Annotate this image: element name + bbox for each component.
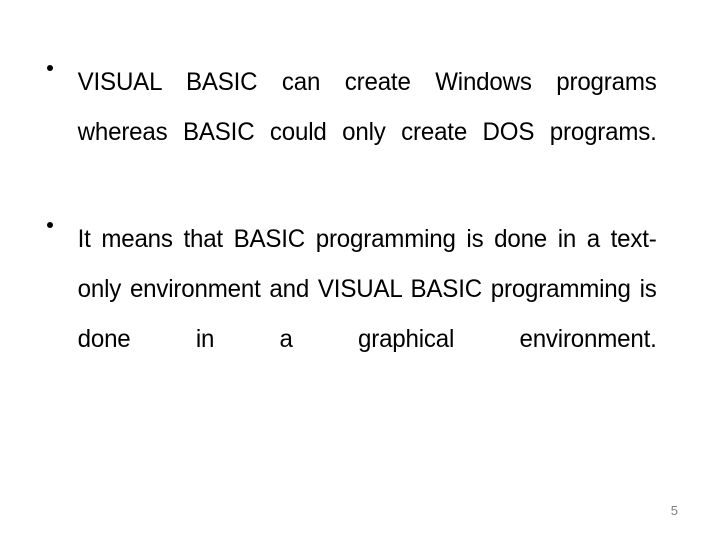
bullet-item-1-text: VISUAL BASIC can create Windows programs…: [77, 68, 657, 146]
bullet-item-1: VISUAL BASIC can create Windows programs…: [40, 57, 660, 207]
bullet-item-2-text: It means that BASIC programming is done …: [77, 225, 657, 353]
slide-canvas: VISUAL BASIC can create Windows programs…: [0, 0, 720, 540]
page-number: 5: [670, 503, 678, 518]
bullet-item-2: It means that BASIC programming is done …: [40, 214, 660, 414]
